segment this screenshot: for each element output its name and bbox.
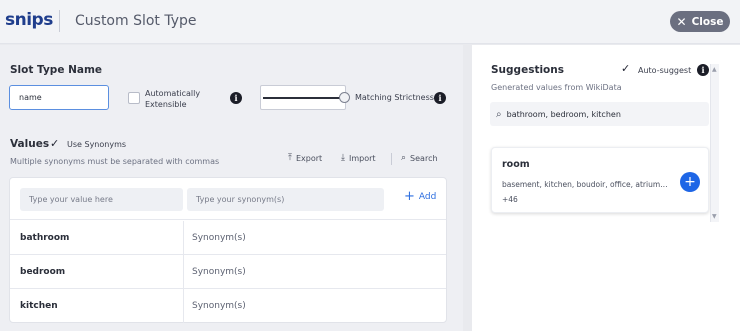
new-value-row: Type your value here Type your synonym(s… [10, 178, 446, 220]
matching-strictness-label: Matching Strictness [355, 93, 434, 102]
auto-extensible-label-line1: Automatically [145, 89, 201, 98]
value-input[interactable]: Type your value here [20, 188, 183, 211]
plus-icon: + [404, 189, 415, 204]
synonym-cell[interactable]: Synonym(s) [192, 233, 246, 243]
top-bar: snips Custom Slot Type ✕ Close [0, 0, 740, 44]
column-divider [183, 289, 184, 323]
values-table: Type your value here Type your synonym(s… [9, 177, 447, 323]
slot-type-name-label: Slot Type Name [10, 64, 103, 76]
slider-handle[interactable] [339, 92, 350, 103]
search-button[interactable]: ⌕ Search [401, 153, 438, 163]
value-cell: bathroom [20, 233, 70, 243]
snips-logo: snips [5, 10, 53, 30]
close-label: Close [691, 15, 724, 28]
info-icon[interactable]: i [230, 92, 242, 104]
use-synonyms-checkbox[interactable]: ✓ [50, 138, 59, 149]
value-cell: bedroom [20, 267, 66, 277]
synonyms-hint: Multiple synonyms must be separated with… [10, 157, 220, 166]
add-value-button[interactable]: + Add [404, 189, 437, 204]
export-label: Export [295, 153, 323, 163]
auto-suggest-label: Auto-suggest [638, 66, 692, 75]
values-label: Values [10, 138, 50, 150]
toolbar-divider [391, 153, 392, 165]
synonym-cell[interactable]: Synonym(s) [192, 267, 246, 277]
import-button[interactable]: ⤓ Import [341, 153, 376, 163]
page-title: Custom Slot Type [75, 13, 197, 29]
scroll-down-icon[interactable]: ▼ [712, 213, 717, 220]
close-icon: ✕ [676, 14, 687, 29]
auto-extensible-label: Automatically Extensible [145, 88, 200, 110]
table-row[interactable]: kitchen Synonym(s) [10, 289, 446, 323]
suggestion-card: room basement, kitchen, boudoir, office,… [491, 147, 709, 213]
info-icon[interactable]: i [697, 64, 709, 76]
auto-extensible-label-line2: Extensible [145, 100, 187, 109]
matching-strictness-slider[interactable] [260, 85, 350, 110]
add-label: Add [418, 192, 437, 202]
info-icon[interactable]: i [434, 92, 446, 104]
close-button[interactable]: ✕ Close [670, 11, 730, 32]
suggestions-search-input[interactable]: ⌕ bathroom, bedroom, kitchen [490, 102, 709, 126]
use-synonyms-label: Use Synonyms [67, 140, 127, 149]
suggestions-source: Generated values from WikiData [491, 83, 622, 92]
scroll-up-icon[interactable]: ▲ [712, 66, 717, 73]
value-cell: kitchen [20, 301, 58, 311]
suggestions-title: Suggestions [491, 64, 564, 76]
synonym-input[interactable]: Type your synonym(s) [187, 188, 384, 211]
synonym-cell[interactable]: Synonym(s) [192, 301, 246, 311]
add-suggestion-button[interactable]: + [680, 172, 700, 192]
auto-extensible-checkbox[interactable] [128, 92, 140, 104]
auto-suggest-checkbox[interactable]: ✓ [621, 63, 630, 74]
slot-type-name-input[interactable] [9, 85, 109, 110]
suggestion-more-count: +46 [502, 195, 518, 204]
suggestions-search-value: bathroom, bedroom, kitchen [506, 109, 621, 119]
table-row[interactable]: bathroom Synonym(s) [10, 221, 446, 255]
column-divider [183, 255, 184, 288]
search-icon: ⌕ [496, 108, 502, 120]
suggestion-word: room [502, 159, 530, 170]
export-button[interactable]: ⤒ Export [288, 153, 322, 163]
import-icon: ⤓ [341, 153, 345, 163]
suggestions-scrollbar[interactable]: ▲ ▼ [710, 64, 719, 222]
slider-track [263, 97, 341, 99]
header-divider [59, 10, 60, 32]
suggestion-related: basement, kitchen, boudoir, office, atri… [502, 180, 668, 189]
search-icon: ⌕ [401, 153, 407, 163]
search-label: Search [410, 153, 438, 163]
import-label: Import [348, 153, 376, 163]
table-row[interactable]: bedroom Synonym(s) [10, 255, 446, 289]
column-divider [183, 221, 184, 254]
export-icon: ⤒ [288, 153, 292, 163]
